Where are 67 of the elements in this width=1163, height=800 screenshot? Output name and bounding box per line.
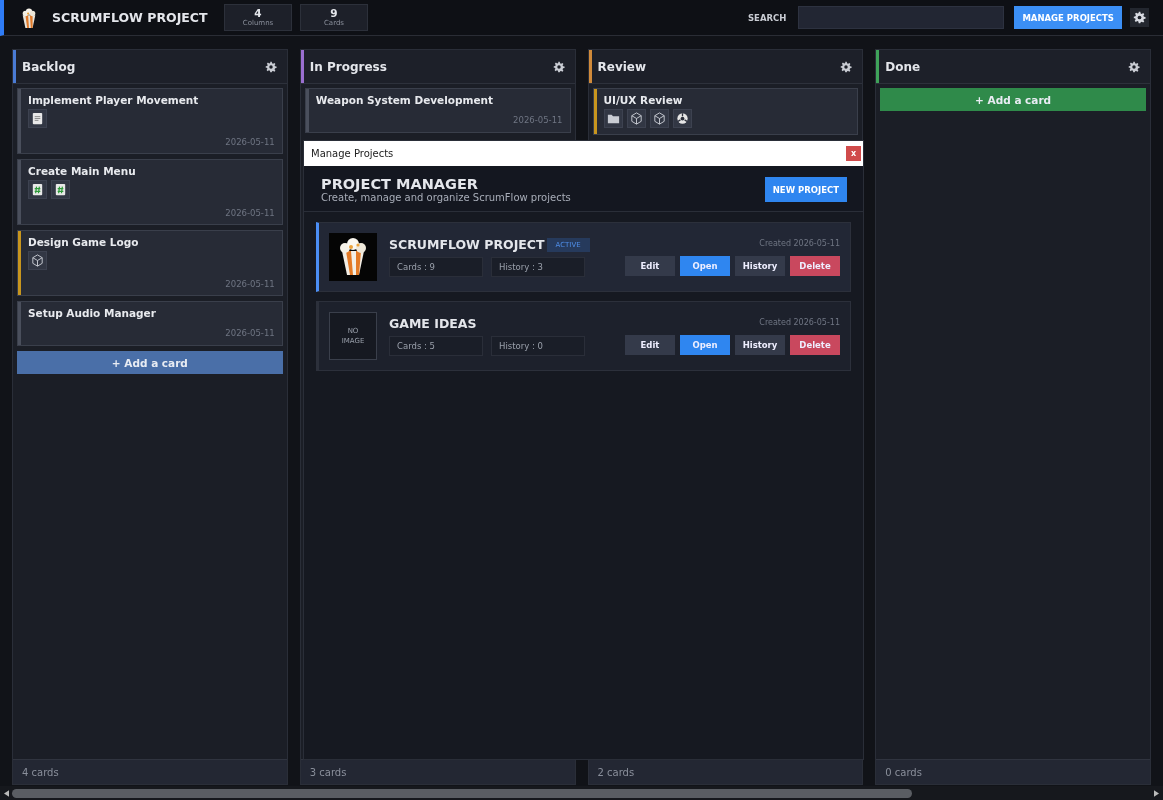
edit-button[interactable]: Edit — [625, 255, 675, 276]
cube-icon[interactable] — [626, 109, 646, 128]
card-title: UI/UX Review — [603, 94, 684, 106]
project-name: SCRUMFLOW PROJECT — [389, 237, 545, 252]
card-count-chip: Cards : 5 — [389, 336, 483, 356]
card-title: Implement Player Movement — [28, 94, 200, 106]
settings-icon[interactable] — [264, 60, 277, 73]
task-card[interactable]: Create Main Menu 2026-05-11 — [17, 159, 283, 225]
task-card[interactable]: Weapon System Development 2026-05-11 — [304, 88, 571, 133]
column-header: Done — [876, 50, 1150, 84]
card-count: 2 cards — [597, 766, 635, 778]
delete-button[interactable]: Delete — [790, 255, 840, 276]
project-title: SCRUMFLOW PROJECT — [52, 10, 209, 25]
card-count-chip: Cards : 9 — [389, 257, 483, 277]
cube-icon[interactable] — [28, 251, 47, 270]
cube-icon[interactable] — [649, 109, 669, 128]
edit-button[interactable]: Edit — [625, 334, 675, 355]
scroll-thumb[interactable] — [12, 788, 912, 798]
settings-icon[interactable] — [840, 60, 853, 73]
delete-button[interactable]: Delete — [790, 334, 840, 355]
task-card[interactable]: UI/UX Review — [592, 88, 859, 135]
add-card-button[interactable]: + Add a card — [17, 351, 283, 374]
popcorn-icon — [20, 6, 38, 29]
card-title: Setup Audio Manager — [28, 307, 157, 319]
settings-button[interactable] — [1130, 8, 1149, 27]
dialog-title: Manage Projects — [311, 148, 394, 159]
card-date: 2026-05-11 — [225, 208, 275, 218]
task-card[interactable]: Design Game Logo 2026-05-11 — [17, 230, 283, 296]
dialog-heading: PROJECT MANAGER — [321, 176, 479, 192]
card-date: 2026-05-11 — [225, 279, 275, 289]
card-date: 2026-05-11 — [513, 115, 563, 125]
horizontal-scrollbar[interactable] — [0, 786, 1163, 800]
search-field[interactable] — [798, 6, 1005, 29]
history-count-chip: History : 3 — [491, 257, 585, 277]
card-title: Design Game Logo — [28, 236, 140, 248]
card-date: 2026-05-11 — [225, 137, 275, 147]
folder-icon[interactable] — [603, 109, 623, 128]
code-file-icon[interactable] — [51, 180, 70, 199]
card-title: Weapon System Development — [315, 94, 495, 106]
task-card[interactable]: Implement Player Movement 2026-05-11 — [17, 88, 283, 154]
history-button[interactable]: History — [735, 334, 785, 355]
add-card-button[interactable]: + Add a card — [880, 88, 1146, 111]
created-date: Created 2026-05-11 — [759, 238, 840, 248]
settings-icon[interactable] — [552, 60, 565, 73]
task-card[interactable]: Setup Audio Manager 2026-05-11 — [17, 301, 283, 346]
card-count: 0 cards — [885, 766, 922, 778]
search-label: SEARCH — [748, 12, 787, 23]
scroll-left-icon[interactable] — [4, 789, 9, 797]
created-date: Created 2026-05-11 — [759, 317, 840, 327]
history-button[interactable]: History — [735, 255, 785, 276]
close-button[interactable]: x — [846, 146, 861, 161]
scroll-right-icon[interactable] — [1154, 789, 1159, 797]
hub-icon[interactable] — [672, 109, 692, 128]
column-header: Backlog — [13, 50, 287, 84]
card-count: 4 cards — [22, 766, 59, 778]
settings-icon[interactable] — [1128, 60, 1140, 73]
column-header: Review — [588, 50, 863, 84]
card-count: 3 cards — [309, 766, 347, 778]
dialog-subheading: Create, manage and organize ScrumFlow projects — [321, 192, 571, 203]
history-count-chip: History : 0 — [491, 336, 585, 356]
column-header: In Progress — [300, 50, 575, 84]
project-name: GAME IDEAS — [389, 316, 477, 331]
code-file-icon[interactable] — [28, 180, 47, 199]
document-icon[interactable] — [28, 109, 47, 128]
card-title: Create Main Menu — [28, 165, 137, 177]
card-date: 2026-05-11 — [225, 328, 275, 338]
new-project-button[interactable]: NEW PROJECT — [764, 177, 847, 202]
